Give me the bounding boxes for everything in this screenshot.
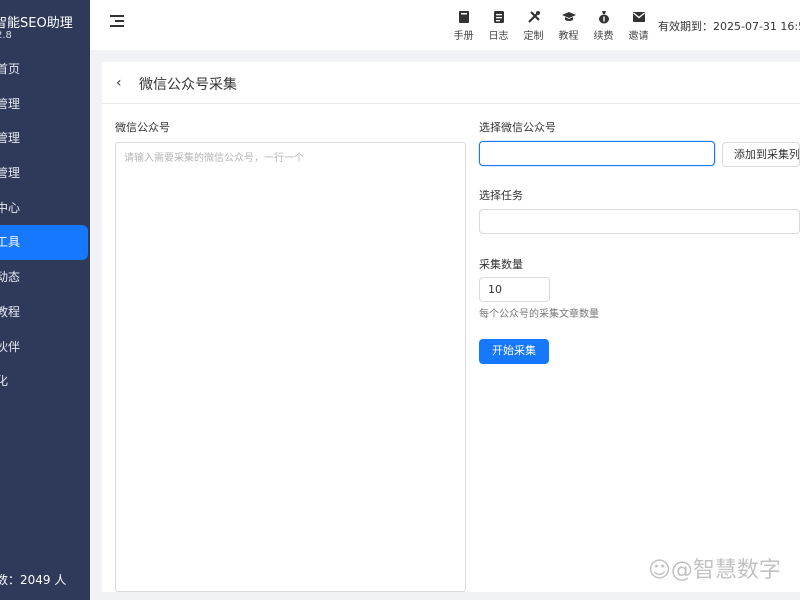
header-toolbar: 手册 日志 定制 教程 续费 邀请	[446, 10, 656, 42]
sidebar-item-partner[interactable]: 伙伴	[0, 330, 90, 365]
graduation-cap-icon	[561, 10, 576, 24]
sidebar-nav: 首页 管理 管理 管理 中心 工具 动态 教程 伙伴 化	[0, 52, 90, 399]
panel-header: ‹ 微信公众号采集	[102, 62, 800, 104]
accounts-textarea-label: 微信公众号	[115, 121, 170, 134]
renew-button[interactable]: 续费	[586, 10, 621, 42]
count-label: 采集数量	[479, 258, 523, 271]
sidebar-item-manage-2[interactable]: 管理	[0, 121, 90, 156]
sidebar-item-manage-1[interactable]: 管理	[0, 87, 90, 122]
sidebar: 智能SEO助理 2.8 首页 管理 管理 管理 中心 工具 动态 教程 伙伴 化…	[0, 0, 90, 600]
count-input[interactable]: 10	[479, 277, 550, 302]
accounts-textarea[interactable]: 请输入需要采集的微信公众号，一行一个	[115, 142, 466, 592]
sidebar-item-center[interactable]: 中心	[0, 191, 90, 226]
brand-name: 智能SEO助理	[0, 16, 73, 31]
watermark: ☺@智慧数字	[648, 558, 781, 583]
count-help-text: 每个公众号的采集文章数量	[479, 309, 599, 320]
select-account-label: 选择微信公众号	[479, 121, 556, 134]
add-to-list-button[interactable]: 添加到采集列	[722, 142, 800, 167]
envelope-icon	[632, 10, 646, 24]
custom-button[interactable]: 定制	[516, 10, 551, 42]
sidebar-item-tools[interactable]: 工具	[0, 225, 88, 261]
top-header: 手册 日志 定制 教程 续费 邀请 有效期到：2025-07-31 16:	[90, 0, 800, 50]
sidebar-item-tutorial[interactable]: 教程	[0, 295, 90, 330]
expiry-date: 有效期到：2025-07-31 16:56:2	[658, 20, 800, 33]
manual-button[interactable]: 手册	[446, 10, 481, 42]
log-label: 日志	[488, 31, 509, 42]
invite-button[interactable]: 邀请	[621, 10, 656, 42]
log-button[interactable]: 日志	[481, 10, 516, 42]
log-icon	[492, 10, 506, 24]
user-count: 数：2049 人	[0, 573, 67, 587]
main-panel: ‹ 微信公众号采集 微信公众号 请输入需要采集的微信公众号，一行一个 选择微信公…	[102, 62, 800, 592]
sidebar-item-optimize[interactable]: 化	[0, 364, 90, 399]
custom-tools-icon	[527, 10, 541, 24]
invite-label: 邀请	[628, 31, 649, 42]
back-arrow-icon[interactable]: ‹	[116, 75, 122, 91]
custom-label: 定制	[523, 31, 544, 42]
sidebar-item-news[interactable]: 动态	[0, 260, 90, 295]
sidebar-item-manage-3[interactable]: 管理	[0, 156, 90, 191]
manual-label: 手册	[453, 31, 474, 42]
tutorial-button[interactable]: 教程	[551, 10, 586, 42]
start-collect-button[interactable]: 开始采集	[479, 339, 549, 364]
sidebar-item-home[interactable]: 首页	[0, 52, 90, 87]
money-bag-icon	[597, 10, 611, 24]
select-account-input[interactable]	[479, 141, 715, 166]
menu-toggle-icon[interactable]	[110, 15, 124, 29]
renew-label: 续费	[593, 31, 614, 42]
page-title: 微信公众号采集	[139, 77, 237, 93]
app-version: 2.8	[0, 30, 12, 41]
tutorial-label: 教程	[558, 31, 579, 42]
select-task-input[interactable]	[479, 209, 800, 234]
book-icon	[457, 10, 471, 24]
select-task-label: 选择任务	[479, 189, 523, 202]
